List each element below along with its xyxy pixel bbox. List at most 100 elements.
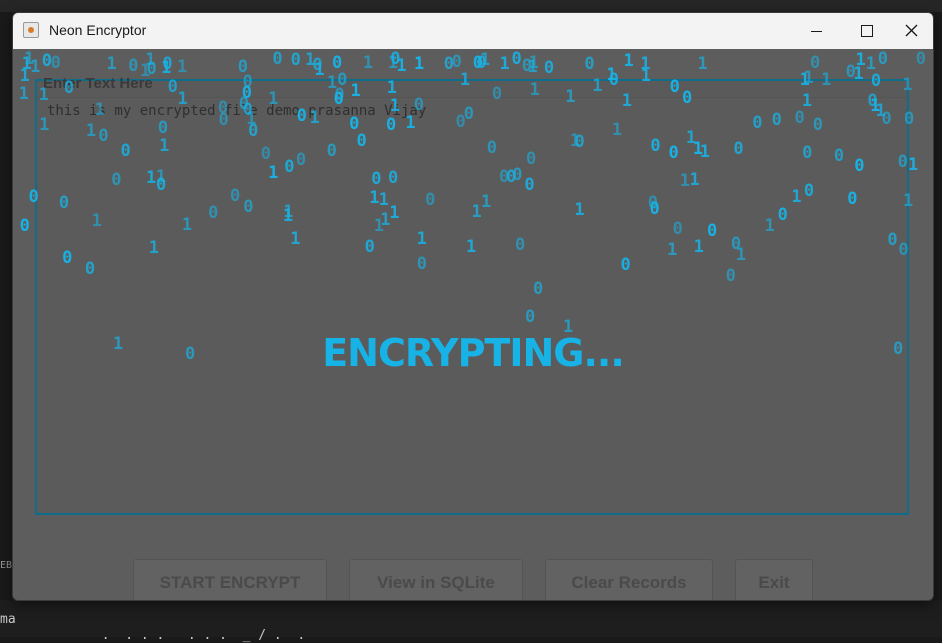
binary-digit: 0 (668, 143, 679, 164)
binary-digit: 0 (881, 108, 892, 129)
binary-digit: 1 (574, 199, 585, 220)
binary-digit: 0 (388, 167, 399, 188)
binary-digit: 1 (480, 191, 492, 212)
binary-digit: 0 (647, 192, 658, 213)
binary-digit: 1 (563, 317, 574, 337)
binary-digit: 1 (465, 236, 477, 257)
java-app-icon (23, 22, 39, 38)
binary-digit: 0 (833, 145, 845, 166)
binary-digit: 1 (389, 96, 400, 117)
binary-digit: 0 (669, 76, 680, 97)
binary-digit: 0 (870, 71, 882, 92)
binary-digit: 0 (584, 53, 595, 74)
binary-digit: 1 (459, 69, 471, 90)
binary-digit: 0 (371, 169, 382, 190)
binary-digit: 0 (84, 259, 96, 280)
binary-digit: 1 (821, 69, 832, 90)
binary-digit: 0 (356, 131, 367, 152)
binary-digit: 1 (145, 49, 156, 70)
binary-digit: 0 (120, 140, 131, 161)
binary-digit: 1 (380, 210, 391, 231)
binary-digit: 1 (689, 169, 700, 190)
binary-digit: 0 (771, 110, 782, 131)
close-button[interactable] (889, 13, 933, 49)
window-title: Neon Encryptor (49, 22, 147, 38)
binary-digit: 0 (416, 253, 428, 274)
binary-digit: 0 (50, 53, 61, 73)
binary-digit: 1 (378, 190, 389, 211)
binary-digit: 0 (413, 95, 424, 116)
binary-digit: 0 (185, 344, 196, 364)
binary-digit: 1 (679, 170, 691, 191)
binary-digit: 0 (620, 255, 631, 276)
app-window: Neon Encryptor Enter Text Here this is m… (12, 12, 934, 601)
binary-digit: 0 (128, 56, 139, 77)
binary-digit: 1 (621, 91, 633, 112)
binary-digit: 0 (887, 230, 898, 251)
binary-digit: 1 (416, 229, 427, 250)
binary-digit: 0 (157, 117, 169, 138)
binary-digit: 0 (217, 97, 229, 118)
title-bar[interactable]: Neon Encryptor (13, 13, 933, 49)
binary-digit: 0 (208, 202, 219, 223)
binary-digit: 0 (296, 106, 307, 127)
binary-digit: 1 (38, 85, 49, 106)
binary-digit: 1 (529, 79, 540, 100)
binary-digit: 1 (697, 54, 708, 75)
binary-digit: 1 (176, 56, 188, 77)
binary-digit: 0 (706, 221, 718, 242)
binary-digit: 0 (897, 152, 908, 173)
binary-digit: 1 (19, 66, 30, 87)
terminal-text-fragment: . . . . . . . _ / . . (0, 628, 306, 643)
binary-digit: 1 (113, 334, 124, 354)
binary-digit: 0 (650, 135, 661, 156)
binary-digit: 0 (898, 240, 909, 261)
binary-digit: 0 (877, 49, 889, 70)
binary-digit: 0 (326, 140, 337, 161)
binary-digit: 0 (284, 157, 295, 178)
binary-digit: 1 (362, 53, 374, 74)
binary-digit: 0 (847, 188, 858, 209)
binary-digit: 0 (526, 149, 537, 170)
binary-digit: 1 (39, 114, 50, 135)
binary-digit: 0 (904, 109, 915, 130)
binary-digit: 0 (238, 94, 249, 115)
binary-digit: 0 (574, 132, 585, 153)
binary-digit: 1 (471, 202, 482, 223)
binary-digit: 1 (389, 203, 400, 224)
binary-digit: 0 (463, 103, 475, 124)
binary-digit: 0 (111, 169, 122, 190)
binary-digit: 1 (791, 187, 802, 208)
binary-digit: 1 (94, 100, 105, 121)
binary-digit: 0 (230, 185, 241, 206)
binary-digit: 1 (91, 211, 102, 231)
binary-digit: 0 (290, 49, 301, 70)
binary-digit: 0 (333, 89, 344, 110)
binary-digit: 0 (725, 265, 736, 286)
binary-digit: 0 (733, 139, 744, 160)
binary-digit: 0 (486, 138, 497, 159)
binary-digit: 1 (527, 56, 538, 77)
binary-digit: 1 (155, 166, 166, 187)
binary-digit: 0 (98, 126, 109, 147)
minimize-button[interactable] (793, 13, 839, 49)
binary-digit: 1 (667, 240, 678, 261)
maximize-button[interactable] (843, 13, 889, 49)
binary-digit: 0 (524, 175, 535, 195)
binary-digit: 0 (802, 142, 813, 163)
binary-digit: 1 (902, 75, 913, 96)
binary-digit: 1 (282, 206, 294, 227)
binary-digit: 1 (735, 245, 747, 266)
binary-digit: 0 (58, 192, 70, 213)
binary-digit: 0 (752, 112, 763, 133)
binary-digit: 0 (915, 49, 926, 70)
binary-digit: 1 (623, 51, 634, 72)
binary-digit: 0 (272, 49, 283, 69)
desktop-background (0, 0, 942, 12)
binary-digit: 1 (309, 107, 320, 128)
binary-digit: 1 (565, 86, 576, 107)
binary-digit: 1 (148, 238, 159, 259)
binary-digit: 0 (41, 51, 52, 72)
binary-digit: 0 (506, 166, 517, 187)
binary-digit: 0 (242, 71, 253, 92)
